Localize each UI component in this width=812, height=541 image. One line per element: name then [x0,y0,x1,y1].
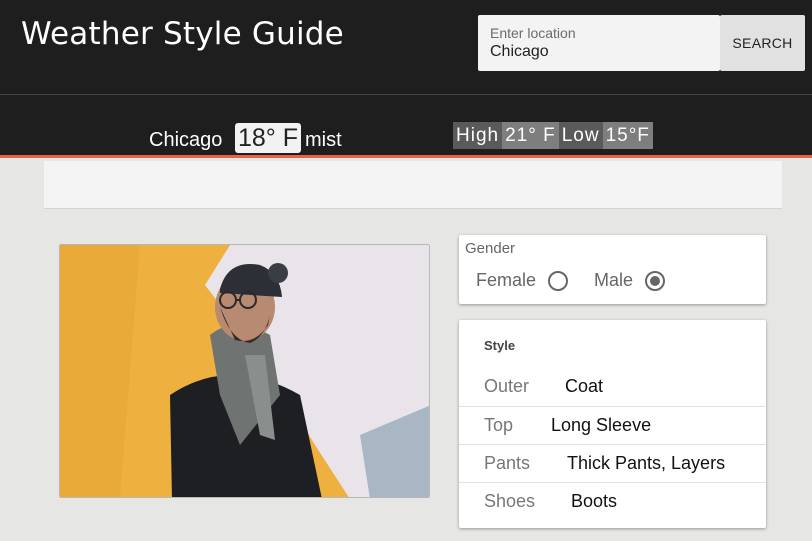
location-field-label: Enter location [490,25,576,41]
weather-condition: mist [305,129,342,151]
style-row: Outer Coat [459,368,766,406]
outfit-photo [59,244,430,498]
style-row: Shoes Boots [459,482,766,520]
gender-male-label: Male [594,270,634,290]
style-category-outer: Outer [484,376,530,396]
location-input[interactable] [490,43,710,61]
style-title: Style [484,338,516,353]
high-low-readout: High 21° F Low 15°F [453,122,653,149]
app-title: Weather Style Guide [21,16,344,52]
gender-title: Gender [465,240,516,257]
style-value-outer: Coat [565,376,604,396]
high-label: High [453,122,503,149]
low-value: 15°F [602,122,653,149]
gender-female-label: Female [476,270,537,290]
style-category-top: Top [484,415,514,435]
gender-card: Gender Female Male [459,235,766,304]
style-row: Top Long Sleeve [459,406,766,444]
person-in-winter-outfit-photo [60,245,429,497]
weather-summary: Chicago 18° F mist High 21° F Low 15°F [0,120,812,154]
app-header: Weather Style Guide Enter location SEARC… [0,0,812,158]
style-category-shoes: Shoes [484,491,536,511]
location-search-box[interactable]: Enter location [478,15,720,71]
style-category-pants: Pants [484,453,531,473]
current-temperature: 18° F [235,123,302,153]
header-divider [0,94,812,95]
style-card: Style Outer Coat Top Long Sleeve Pants T… [459,320,766,528]
content-band [44,161,782,209]
weather-city: Chicago [149,129,223,151]
low-label: Low [558,122,603,149]
style-value-top: Long Sleeve [551,415,652,435]
gender-options: Female Male [476,270,666,291]
style-value-pants: Thick Pants, Layers [567,453,726,473]
gender-male-radio[interactable] [645,270,666,291]
high-value: 21° F [502,122,559,149]
search-button[interactable]: SEARCH [720,15,805,71]
gender-female-radio[interactable] [548,270,569,291]
style-value-shoes: Boots [571,491,618,511]
style-row: Pants Thick Pants, Layers [459,444,766,482]
